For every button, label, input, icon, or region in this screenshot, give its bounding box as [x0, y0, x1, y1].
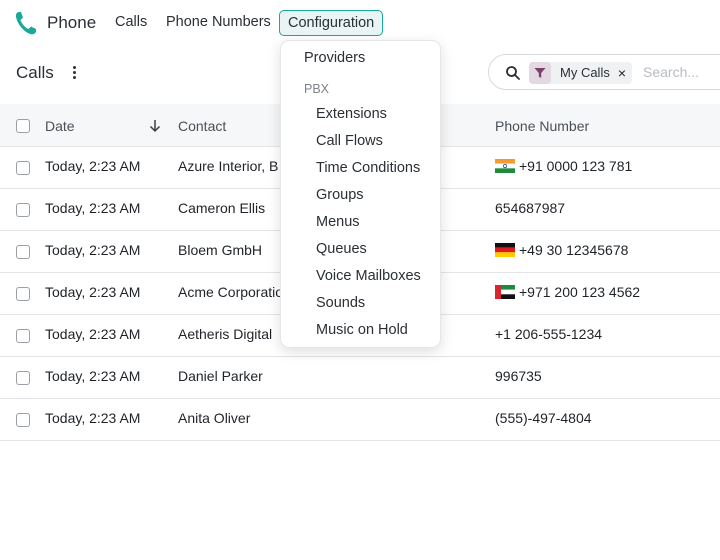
menu-group-label: PBX [304, 82, 330, 96]
menu-item-voice-mailboxes[interactable]: Voice Mailboxes [316, 268, 421, 284]
uae-flag-icon [495, 285, 515, 299]
call-phone: 996735 [495, 368, 542, 384]
call-phone: +91 0000 123 781 [519, 158, 633, 174]
nav-configuration[interactable]: Configuration [279, 10, 384, 36]
table-row[interactable]: Today, 2:23 AM Anita Oliver (555)-497-48… [0, 399, 720, 441]
call-date: Today, 2:23 AM [45, 200, 141, 216]
call-phone: +971 200 123 4562 [519, 284, 641, 300]
nav-phone-numbers[interactable]: Phone Numbers [166, 14, 271, 30]
table-row[interactable]: Today, 2:23 AM Daniel Parker 996735 [0, 357, 720, 399]
row-checkbox[interactable] [16, 329, 30, 343]
column-header-phone[interactable]: Phone Number [495, 118, 589, 134]
menu-item-music-on-hold[interactable]: Music on Hold [316, 322, 408, 338]
search-bar[interactable]: My Calls × [488, 54, 720, 90]
menu-item-queues[interactable]: Queues [316, 241, 367, 257]
close-icon[interactable]: × [618, 62, 626, 84]
menu-item-extensions[interactable]: Extensions [316, 106, 387, 122]
call-phone-cell: +49 30 12345678 [495, 242, 628, 258]
call-contact: Cameron Ellis [178, 200, 266, 216]
call-date: Today, 2:23 AM [45, 326, 141, 342]
kebab-vertical-icon[interactable] [68, 64, 80, 80]
column-header-date[interactable]: Date [45, 118, 75, 134]
call-date: Today, 2:23 AM [45, 158, 141, 174]
call-contact: Acme Corporatio [178, 284, 282, 300]
row-checkbox[interactable] [16, 161, 30, 175]
nav-calls[interactable]: Calls [115, 14, 147, 30]
filter-chip[interactable]: My Calls × [529, 62, 633, 84]
call-contact: Daniel Parker [178, 368, 263, 384]
filter-chip-label: My Calls [560, 65, 610, 80]
search-icon [506, 66, 520, 80]
call-date: Today, 2:23 AM [45, 242, 141, 258]
menu-item-groups[interactable]: Groups [316, 187, 364, 203]
call-date: Today, 2:23 AM [45, 284, 141, 300]
phone-icon[interactable] [14, 10, 38, 36]
sort-arrow-down-icon[interactable] [149, 119, 161, 133]
menu-item-menus[interactable]: Menus [316, 214, 360, 230]
call-contact: Azure Interior, B [178, 158, 279, 174]
germany-flag-icon [495, 243, 515, 257]
search-input[interactable] [641, 63, 720, 81]
row-checkbox[interactable] [16, 245, 30, 259]
filter-icon [529, 62, 551, 84]
call-contact: Bloem GmbH [178, 242, 263, 258]
call-phone: +1 206-555-1234 [495, 326, 603, 342]
menu-item-time-conditions[interactable]: Time Conditions [316, 160, 420, 176]
menu-item-providers[interactable]: Providers [304, 50, 365, 66]
row-checkbox[interactable] [16, 287, 30, 301]
call-date: Today, 2:23 AM [45, 410, 141, 426]
app-name[interactable]: Phone [47, 13, 96, 33]
configuration-dropdown: Providers PBX Extensions Call Flows Time… [280, 40, 441, 348]
column-header-contact[interactable]: Contact [178, 118, 282, 134]
row-checkbox[interactable] [16, 203, 30, 217]
call-phone: +49 30 12345678 [519, 242, 629, 258]
call-phone-cell: +971 200 123 4562 [495, 284, 640, 300]
call-phone-cell: +91 0000 123 781 [495, 158, 632, 174]
row-checkbox[interactable] [16, 413, 30, 427]
india-flag-icon [495, 159, 515, 173]
page-title: Calls [16, 63, 54, 82]
call-phone: (555)-497-4804 [495, 410, 592, 426]
call-date: Today, 2:23 AM [45, 368, 141, 384]
row-checkbox[interactable] [16, 371, 30, 385]
call-contact: Anita Oliver [178, 410, 251, 426]
call-phone: 654687987 [495, 200, 566, 216]
select-all-checkbox[interactable] [16, 119, 30, 133]
menu-item-sounds[interactable]: Sounds [316, 295, 365, 311]
call-contact: Aetheris Digital [178, 326, 273, 342]
menu-item-call-flows[interactable]: Call Flows [316, 133, 383, 149]
